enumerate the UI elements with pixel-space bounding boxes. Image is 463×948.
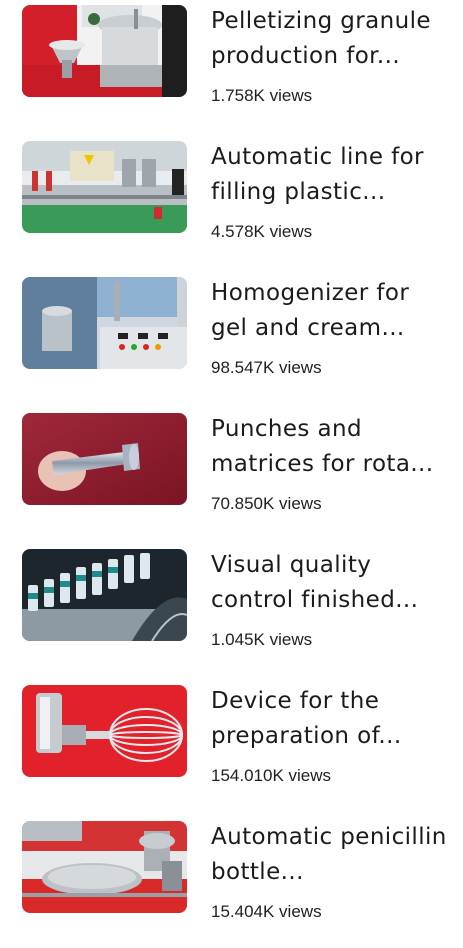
view-count: 1.045K views	[211, 630, 313, 649]
video-title[interactable]: Punches and matrices for rota...	[211, 412, 449, 482]
view-count: 70.850K views	[211, 494, 322, 513]
filling-line-thumbnail[interactable]	[22, 141, 187, 233]
view-count: 1.758K views	[211, 86, 313, 105]
video-item[interactable]: Homogenizer for gel and cream... 98.547K…	[0, 272, 463, 404]
view-count: 98.547K views	[211, 358, 322, 377]
view-count: 4.578K views	[211, 222, 313, 241]
whisk-device-thumbnail[interactable]	[22, 685, 187, 777]
video-item[interactable]: Pelletizing granule production for... 1.…	[0, 0, 463, 132]
view-count: 15.404K views	[211, 902, 322, 921]
video-item[interactable]: Automatic penicillin bottle... 15.404K v…	[0, 816, 463, 948]
view-count: 154.010K views	[211, 766, 332, 785]
granulator-machine-thumbnail[interactable]	[22, 5, 187, 97]
video-list: Pelletizing granule production for... 1.…	[0, 0, 463, 925]
punch-tool-thumbnail[interactable]	[22, 413, 187, 505]
video-item[interactable]: Device for the preparation of... 154.010…	[0, 680, 463, 812]
video-title[interactable]: Device for the preparation of...	[211, 684, 449, 754]
video-item[interactable]: Visual quality control finished... 1.045…	[0, 544, 463, 676]
vial-inspection-thumbnail[interactable]	[22, 549, 187, 641]
video-item[interactable]: Automatic line for filling plastic... 4.…	[0, 136, 463, 268]
video-item[interactable]: Punches and matrices for rota... 70.850K…	[0, 408, 463, 540]
bottle-machine-thumbnail[interactable]	[22, 821, 187, 913]
video-title[interactable]: Automatic line for filling plastic...	[211, 140, 449, 210]
homogenizer-thumbnail[interactable]	[22, 277, 187, 369]
video-title[interactable]: Pelletizing granule production for...	[211, 4, 449, 74]
video-title[interactable]: Automatic penicillin bottle...	[211, 820, 449, 890]
video-title[interactable]: Visual quality control finished...	[211, 548, 449, 618]
video-title[interactable]: Homogenizer for gel and cream...	[211, 276, 449, 346]
